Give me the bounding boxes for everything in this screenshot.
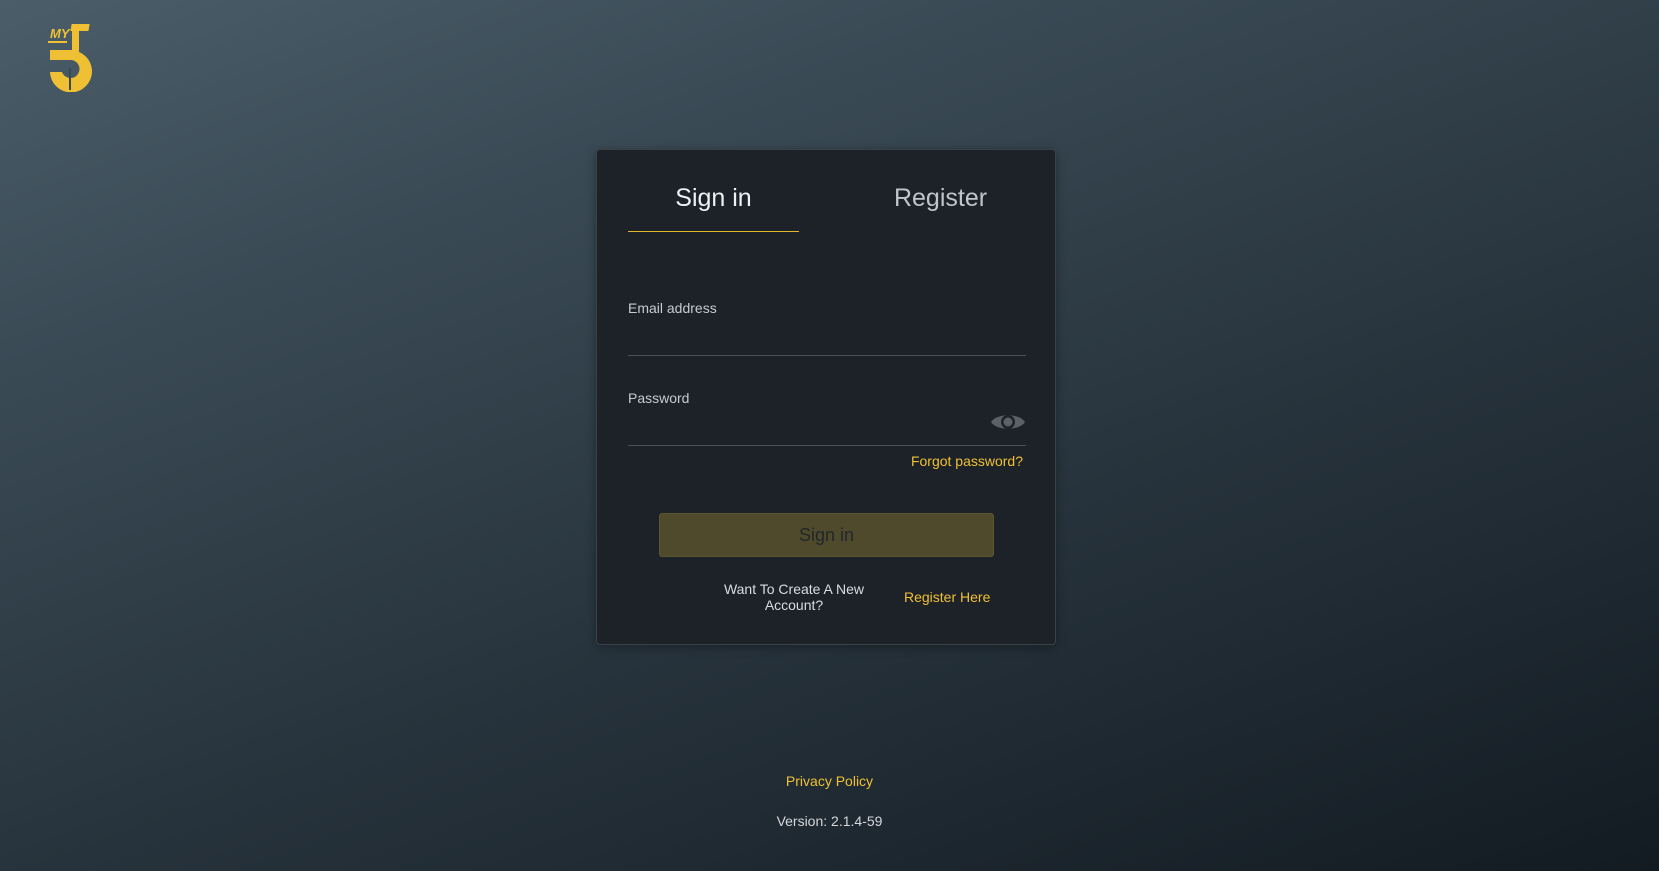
email-field-group: Email address [628,300,1026,356]
my5-logo[interactable]: MY [46,22,96,93]
password-field-group: Password [628,390,1026,446]
create-account-prompt: Want To Create A New Account? [723,581,865,613]
eye-icon[interactable] [990,410,1026,434]
auth-tabs: Sign in Register [628,150,1026,232]
password-input[interactable] [628,416,1026,446]
forgot-password-link[interactable]: Forgot password? [911,453,1023,469]
auth-card: Sign in Register Email address Password … [596,149,1056,645]
active-tab-indicator [628,231,799,232]
logo-my-text: MY [50,26,71,41]
sign-in-button[interactable]: Sign in [659,513,994,557]
tab-sign-in[interactable]: Sign in [628,184,799,213]
tab-register[interactable]: Register [855,184,1026,213]
email-label: Email address [628,300,717,316]
password-label: Password [628,390,690,406]
my5-logo-icon: MY [48,24,92,93]
privacy-policy-link[interactable]: Privacy Policy [786,773,873,789]
privacy-policy-container: Privacy Policy [0,773,1659,789]
email-input[interactable] [628,326,1026,356]
register-here-link[interactable]: Register Here [904,589,990,605]
version-text: Version: 2.1.4-59 [776,813,883,829]
